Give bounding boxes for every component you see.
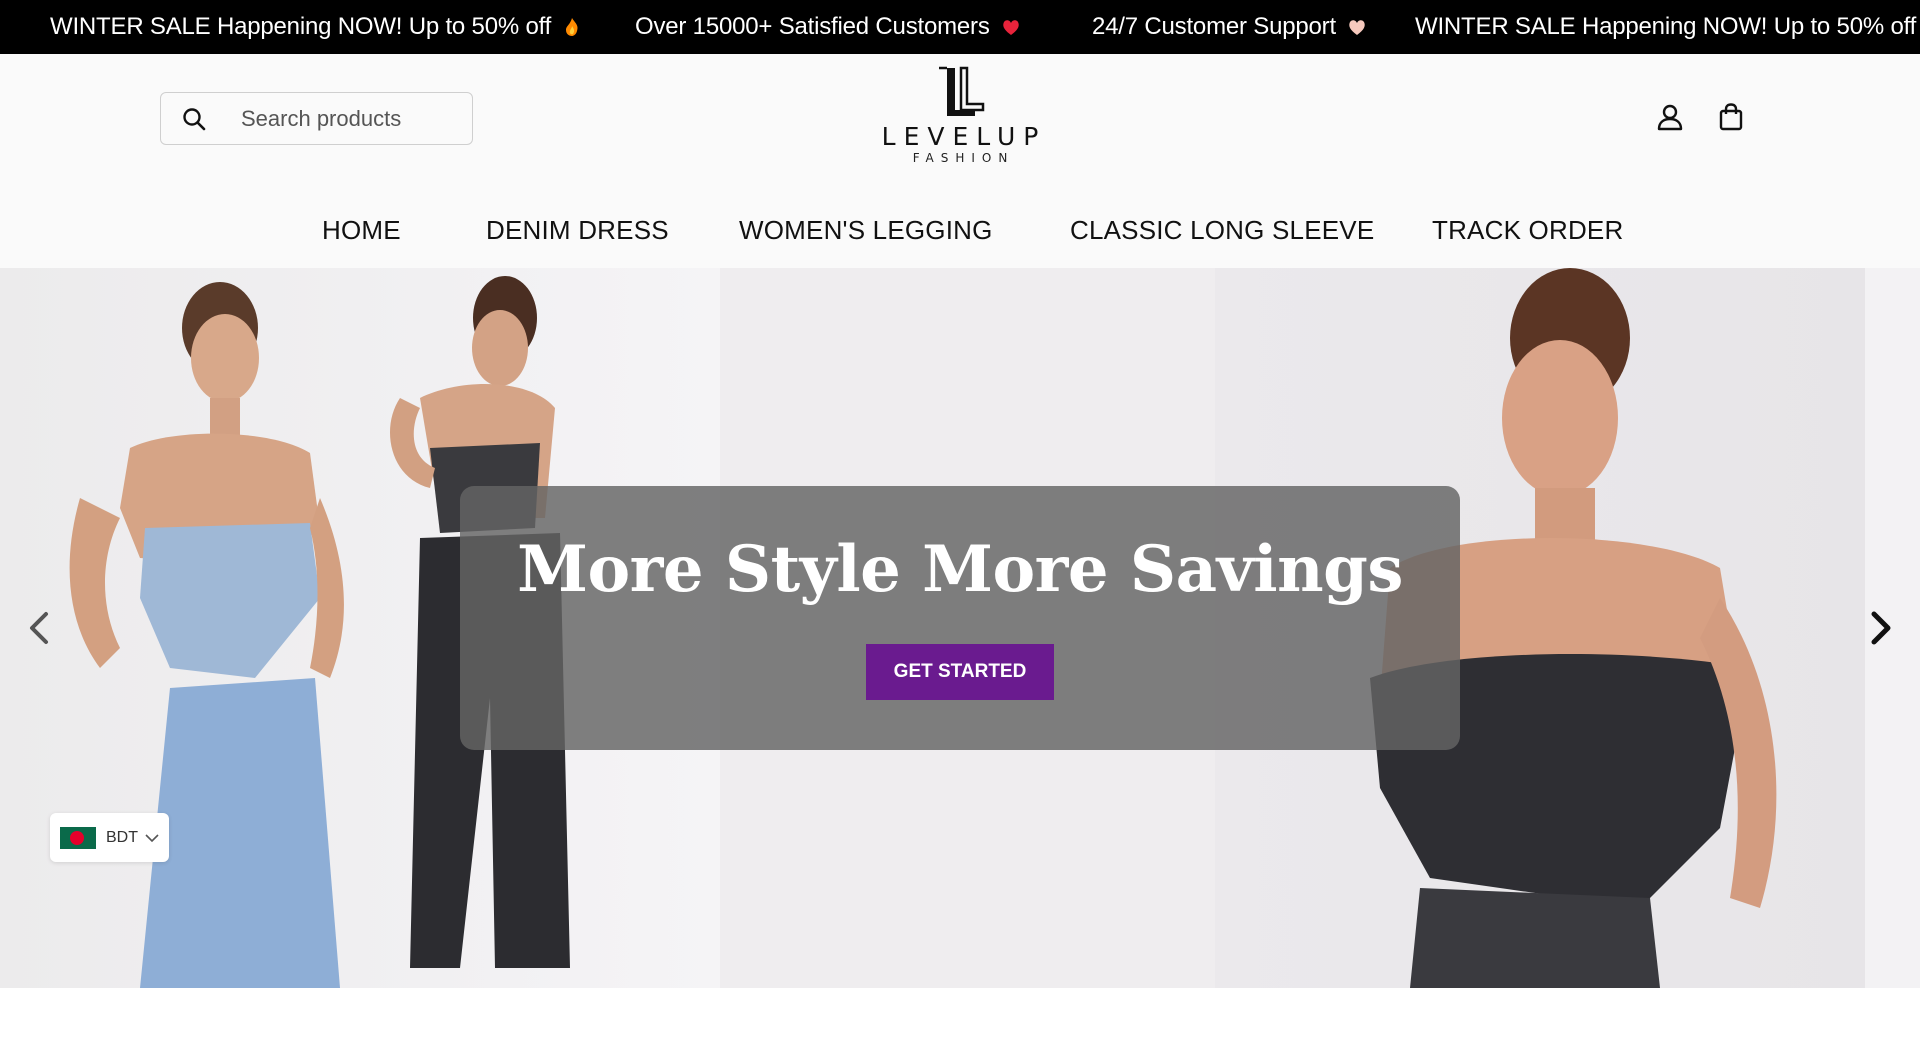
fire-icon [566,18,578,36]
search-box[interactable] [160,92,473,145]
search-input[interactable] [241,105,461,132]
account-icon[interactable] [1655,102,1685,132]
logo-subtitle: FASHION [912,151,1015,165]
announcement-item: Over 15000+ Satisfied Customers [635,0,1022,54]
nav-track-order[interactable]: TRACK ORDER [1432,202,1623,258]
announcement-text: Over 15000+ Satisfied Customers [635,13,990,40]
cart-bag-icon[interactable] [1716,102,1746,132]
announcement-text: WINTER SALE Happening NOW! Up to 50% off [50,13,552,40]
chevron-down-icon [145,833,159,842]
announcement-text: 24/7 Customer Support [1092,13,1336,40]
bangladesh-flag-icon [60,826,96,849]
hero-caption-panel [460,486,1460,750]
carousel-prev-icon[interactable] [20,608,60,648]
model-figure-denim-skirt [69,282,344,988]
hero-banner: More Style More Savings GET STARTED BDT [0,268,1920,988]
hero-headline: More Style More Savings [517,532,1403,607]
currency-code: BDT [106,828,138,846]
logo-mark-icon [939,66,985,116]
nav-classic-long-sleeve[interactable]: CLASSIC LONG SLEEVE [1070,202,1374,258]
carousel-next-icon[interactable] [1860,608,1900,648]
nav-home[interactable]: HOME [322,202,401,258]
announcement-item: 24/7 Customer Support [1092,0,1368,54]
heart-icon [1349,20,1365,35]
main-nav: HOME DENIM DRESS WOMEN'S LEGGING CLASSIC… [0,202,1920,258]
currency-selector[interactable]: BDT [50,813,169,862]
announcement-item: WINTER SALE Happening NOW! Up to 50% off [1415,0,1920,54]
announcement-bar: WINTER SALE Happening NOW! Up to 50% off… [0,0,1920,54]
site-header: LEVELUP FASHION HOME DENIM DRESS WOMEN'S… [0,54,1920,268]
search-icon[interactable] [181,106,207,132]
site-logo[interactable]: LEVELUP FASHION [870,64,1050,174]
announcement-text: WINTER SALE Happening NOW! Up to 50% off [1415,13,1917,40]
nav-denim-dress[interactable]: DENIM DRESS [486,202,669,258]
get-started-button[interactable]: GET STARTED [866,644,1054,700]
heart-icon [1002,20,1019,35]
announcement-item: WINTER SALE Happening NOW! Up to 50% off [50,0,583,54]
nav-womens-legging[interactable]: WOMEN'S LEGGING [739,202,993,258]
logo-brand: LEVELUP [881,122,1047,151]
